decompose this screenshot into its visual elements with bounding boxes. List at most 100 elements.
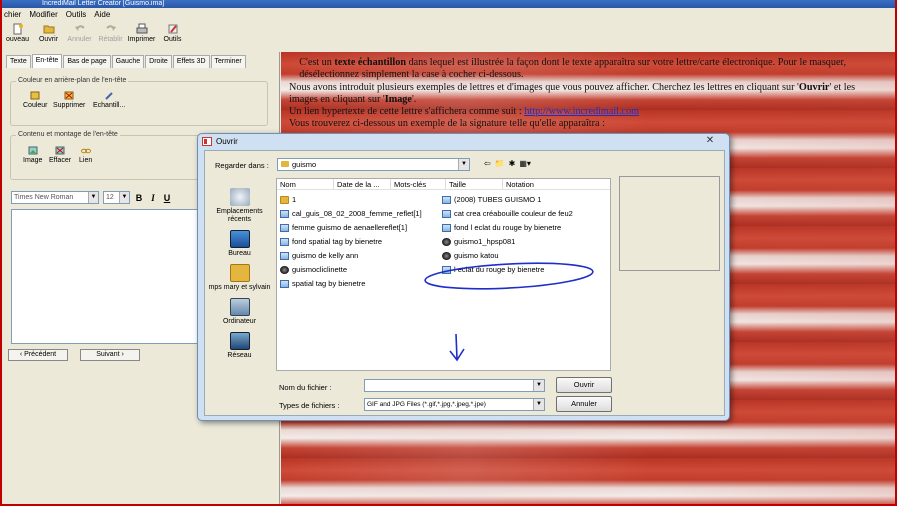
- link-button[interactable]: Lien: [79, 146, 92, 164]
- annotation-arrow: [449, 333, 465, 362]
- menu-fichier[interactable]: chier: [4, 9, 21, 21]
- up-folder-icon[interactable]: 📁: [495, 159, 505, 168]
- previous-button[interactable]: ‹ Précédent: [8, 349, 68, 361]
- color-button[interactable]: Couleur: [23, 91, 48, 109]
- image-file-icon: [442, 265, 451, 274]
- file-row[interactable]: l eclat du rouge by bienetre: [442, 265, 544, 274]
- sample-button[interactable]: Echantill...: [93, 91, 125, 109]
- new-folder-icon[interactable]: ✱: [509, 159, 516, 168]
- back-icon[interactable]: ⇦: [484, 159, 491, 168]
- file-row[interactable]: femme guismo de aenaellereflet[1]: [280, 223, 407, 232]
- tab-effets-3d[interactable]: Effets 3D: [172, 55, 210, 68]
- filetype-select[interactable]: GIF and JPG Files (*.gif,*.jpg,*.jpeg,*.…: [364, 398, 545, 411]
- filename-input[interactable]: ▼: [364, 379, 545, 392]
- menu-outils[interactable]: Outils: [66, 9, 86, 21]
- nav-buttons: ‹ Précédent Suivant ›: [8, 349, 140, 361]
- place-computer[interactable]: Ordinateur: [209, 298, 271, 326]
- places-bar: Emplacements récents Bureau mps mary et …: [207, 177, 272, 413]
- italic-button[interactable]: I: [148, 193, 158, 203]
- menu-modifier[interactable]: Modifier: [29, 9, 57, 21]
- next-button[interactable]: Suivant ›: [80, 349, 140, 361]
- image-file-icon: [280, 223, 289, 232]
- user-folder-icon: [229, 264, 250, 282]
- hand-drawn-annotation: [424, 262, 594, 362]
- col-keywords[interactable]: Mots-clés: [391, 179, 446, 189]
- open-button[interactable]: Ouvrir: [33, 23, 64, 49]
- tab-terminer[interactable]: Terminer: [210, 55, 246, 68]
- window-title: IncrediMail Letter Creator [Guismo.ima]: [42, 0, 165, 7]
- hyperlink[interactable]: http://www.incredimail.com: [524, 106, 639, 117]
- bold-button[interactable]: B: [134, 193, 144, 203]
- dark-image-icon: [442, 251, 451, 260]
- undo-button[interactable]: Annuler: [64, 23, 95, 49]
- font-size-select[interactable]: 12 ▼: [103, 191, 130, 204]
- erase-button[interactable]: Effacer: [49, 146, 71, 164]
- file-row[interactable]: cal_guis_08_02_2008_femme_reflet[1]: [280, 209, 422, 218]
- dialog-body: Regarder dans : guismo ▼ ⇦ 📁 ✱ ▦▾ Emplac…: [204, 150, 725, 416]
- image-button[interactable]: Image: [23, 146, 42, 164]
- chevron-down-icon: ▼: [119, 192, 129, 203]
- network-icon: [229, 332, 250, 350]
- computer-icon: [229, 298, 250, 316]
- column-headers: Nom Date de la ... Mots-clés Taille Nota…: [277, 179, 610, 190]
- file-row[interactable]: 1: [280, 195, 296, 204]
- close-icon[interactable]: ✕: [697, 135, 723, 147]
- image-file-icon: [280, 237, 289, 246]
- file-row[interactable]: guismocliclinette: [280, 265, 347, 274]
- file-row[interactable]: spatial tag by bienetre: [280, 279, 365, 288]
- file-list: Nom Date de la ... Mots-clés Taille Nota…: [276, 178, 611, 371]
- place-recent[interactable]: Emplacements récents: [209, 188, 271, 224]
- tab-texte[interactable]: Texte: [6, 55, 31, 68]
- new-button[interactable]: ouveau: [2, 23, 33, 49]
- col-name[interactable]: Nom: [277, 179, 334, 189]
- image-file-icon: [442, 223, 451, 232]
- chevron-down-icon: ▼: [533, 380, 544, 391]
- filetype-label: Types de fichiers :: [279, 401, 340, 410]
- font-family-select[interactable]: Times New Roman ▼: [11, 191, 99, 204]
- place-desktop[interactable]: Bureau: [209, 230, 271, 258]
- file-row[interactable]: guismo1_hpsp081: [442, 237, 515, 246]
- col-size[interactable]: Taille: [446, 179, 503, 189]
- color-icon: [30, 91, 40, 100]
- col-date[interactable]: Date de la ...: [334, 179, 391, 189]
- cancel-button[interactable]: Annuler: [556, 396, 612, 412]
- tools-button[interactable]: Outils: [157, 23, 188, 49]
- image-file-icon: [280, 279, 289, 288]
- place-user[interactable]: mps mary et sylvain: [209, 264, 271, 292]
- chevron-down-icon: ▼: [458, 159, 469, 170]
- app-window: IncrediMail Letter Creator [Guismo.ima] …: [0, 0, 897, 506]
- tab-en-tete[interactable]: En-tête: [31, 54, 63, 68]
- tab-bar: Texte En-tête Bas de page Gauche Droite …: [6, 54, 247, 68]
- tab-droite[interactable]: Droite: [145, 55, 172, 68]
- open-button[interactable]: Ouvrir: [556, 377, 612, 393]
- file-row[interactable]: guismo katou: [442, 251, 499, 260]
- undo-icon: [74, 23, 86, 35]
- col-rating[interactable]: Notation: [503, 179, 553, 189]
- view-menu-icon[interactable]: ▦▾: [519, 159, 531, 168]
- look-in-select[interactable]: guismo ▼: [277, 158, 470, 171]
- menu-aide[interactable]: Aide: [94, 9, 110, 21]
- dialog-title-bar: Ouvrir: [202, 137, 238, 146]
- file-row[interactable]: guismo de kelly ann: [280, 251, 358, 260]
- file-row[interactable]: fond spatial tag by bienetre: [280, 237, 382, 246]
- delete-icon: [64, 91, 74, 100]
- image-file-icon: [280, 251, 289, 260]
- file-row[interactable]: fond l eclat du rouge by bienetre: [442, 223, 561, 232]
- underline-button[interactable]: U: [162, 193, 172, 203]
- place-network[interactable]: Réseau: [209, 332, 271, 360]
- desktop-icon: [229, 230, 250, 248]
- dialog-nav-icons: ⇦ 📁 ✱ ▦▾: [484, 159, 531, 168]
- dark-image-icon: [280, 265, 289, 274]
- link-icon: [80, 146, 91, 155]
- tab-gauche[interactable]: Gauche: [111, 55, 145, 68]
- header-color-group: Couleur en arrière-plan de l'en-tête Cou…: [10, 77, 268, 126]
- file-row[interactable]: (2008) TUBES GUISMO 1: [442, 195, 541, 204]
- printer-icon: [136, 23, 148, 35]
- print-button[interactable]: Imprimer: [126, 23, 157, 49]
- file-row[interactable]: cat crea créabouille couleur de feu2: [442, 209, 573, 218]
- menu-bar: chier Modifier Outils Aide: [2, 9, 110, 21]
- delete-color-button[interactable]: Supprimer: [53, 91, 85, 109]
- window-title-bar: IncrediMail Letter Creator [Guismo.ima]: [2, 0, 895, 8]
- redo-button[interactable]: Rétablir: [95, 23, 126, 49]
- tab-bas-de-page[interactable]: Bas de page: [63, 55, 111, 68]
